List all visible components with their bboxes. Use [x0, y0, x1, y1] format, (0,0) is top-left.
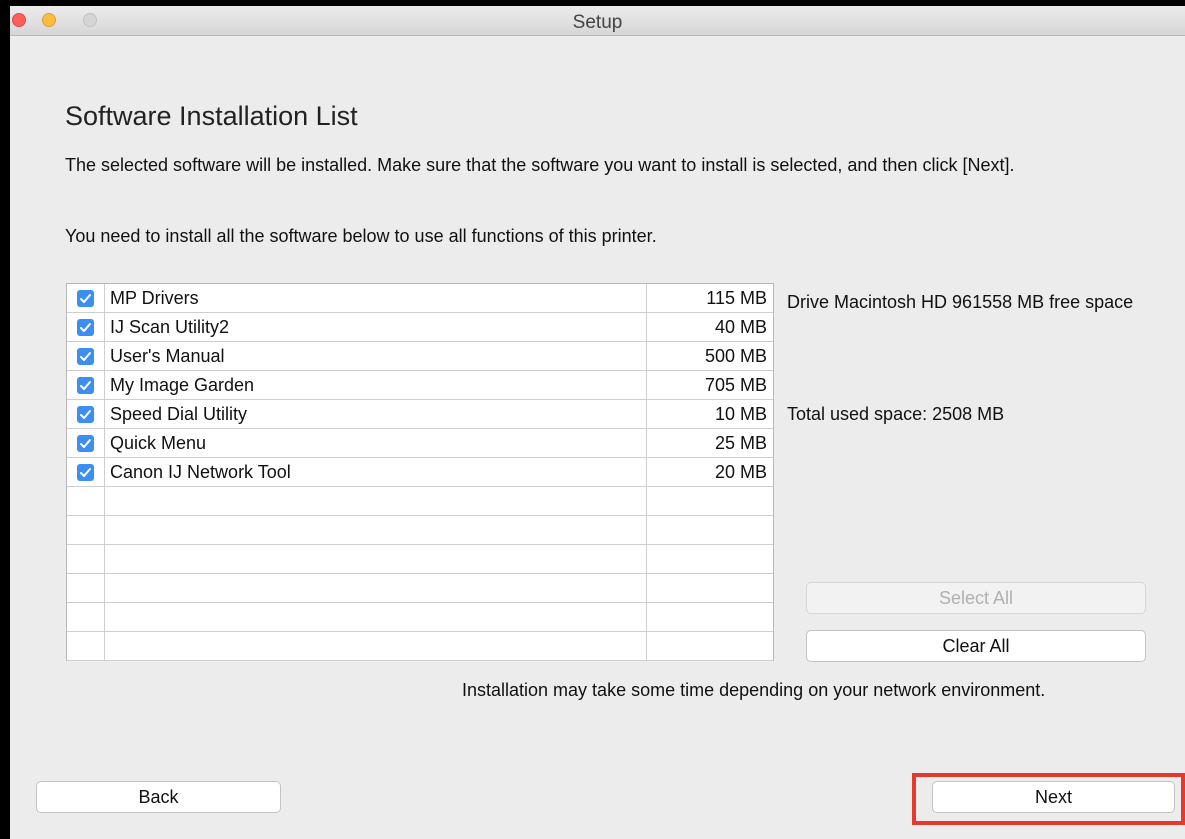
table-row[interactable]: Quick Menu 25 MB [67, 429, 773, 458]
software-name: Canon IJ Network Tool [105, 458, 647, 486]
checkmark-icon [80, 352, 91, 361]
software-table: MP Drivers 115 MB IJ Scan Utility2 40 MB Use… [66, 283, 774, 661]
software-name [105, 516, 647, 544]
table-row[interactable]: User's Manual 500 MB [67, 342, 773, 371]
title-bar: Setup [10, 6, 1185, 36]
software-name [105, 545, 647, 573]
software-size: 705 MB [704, 375, 767, 395]
checkmark-icon [80, 410, 91, 419]
checkbox[interactable] [77, 290, 94, 307]
checkbox-cell [67, 516, 105, 544]
total-used-space: Total used space: 2508 MB [787, 404, 1005, 424]
checkbox[interactable] [77, 406, 94, 423]
checkbox-cell [67, 371, 105, 399]
setup-window: Setup Software Installation List The sel… [10, 6, 1185, 839]
software-name: My Image Garden [105, 371, 647, 399]
drive-free-space: Drive Macintosh HD 961558 MB free space [787, 292, 1134, 312]
software-size [647, 516, 773, 544]
software-size: 40 MB [714, 317, 767, 337]
software-name: IJ Scan Utility2 [105, 313, 647, 341]
table-row[interactable]: Speed Dial Utility 10 MB [67, 400, 773, 429]
software-name: User's Manual [105, 342, 647, 370]
table-row [67, 632, 773, 661]
software-size: 10 MB [714, 404, 767, 424]
checkbox-cell [67, 284, 105, 312]
checkmark-icon [80, 439, 91, 448]
checkbox-cell [67, 574, 105, 602]
page-title: Software Installation List [65, 101, 358, 131]
checkbox-cell [67, 313, 105, 341]
select-all-button[interactable]: Select All [806, 582, 1146, 614]
table-row[interactable]: MP Drivers 115 MB [67, 284, 773, 313]
software-name [105, 632, 647, 660]
software-name [105, 603, 647, 631]
checkbox-cell [67, 429, 105, 457]
table-row [67, 545, 773, 574]
checkbox[interactable] [77, 377, 94, 394]
checkmark-icon [80, 294, 91, 303]
table-row [67, 574, 773, 603]
software-size [647, 574, 773, 602]
software-size [647, 487, 773, 515]
software-size [647, 632, 773, 660]
software-size: 25 MB [714, 433, 767, 453]
clear-all-button[interactable]: Clear All [806, 630, 1146, 662]
checkbox-cell [67, 603, 105, 631]
software-size: 115 MB [706, 288, 767, 308]
software-name [105, 487, 647, 515]
software-name: MP Drivers [105, 284, 647, 312]
software-size: 500 MB [704, 346, 767, 366]
table-row [67, 487, 773, 516]
installation-note: Installation may take some time dependin… [462, 680, 1046, 700]
checkbox-cell [67, 545, 105, 573]
requirement-text: You need to install all the software bel… [65, 226, 657, 246]
checkbox[interactable] [77, 464, 94, 481]
checkbox-cell [67, 487, 105, 515]
checkbox-cell [67, 458, 105, 486]
checkbox-cell [67, 342, 105, 370]
table-row[interactable]: My Image Garden 705 MB [67, 371, 773, 400]
table-row [67, 603, 773, 632]
software-name [105, 574, 647, 602]
table-row[interactable]: IJ Scan Utility2 40 MB [67, 313, 773, 342]
back-button[interactable]: Back [36, 781, 281, 813]
checkbox[interactable] [77, 435, 94, 452]
checkmark-icon [80, 381, 91, 390]
page-description: The selected software will be installed.… [65, 155, 1015, 175]
table-row[interactable]: Canon IJ Network Tool 20 MB [67, 458, 773, 487]
software-name: Speed Dial Utility [105, 400, 647, 428]
window-title: Setup [572, 12, 623, 33]
checkmark-icon [80, 468, 91, 477]
table-row [67, 516, 773, 545]
software-size [647, 545, 773, 573]
checkbox[interactable] [77, 348, 94, 365]
software-name: Quick Menu [105, 429, 647, 457]
checkbox-cell [67, 400, 105, 428]
next-button-highlight [912, 773, 1185, 825]
checkbox[interactable] [77, 319, 94, 336]
checkbox-cell [67, 632, 105, 660]
software-size [647, 603, 773, 631]
software-size: 20 MB [714, 462, 767, 482]
checkmark-icon [80, 323, 91, 332]
